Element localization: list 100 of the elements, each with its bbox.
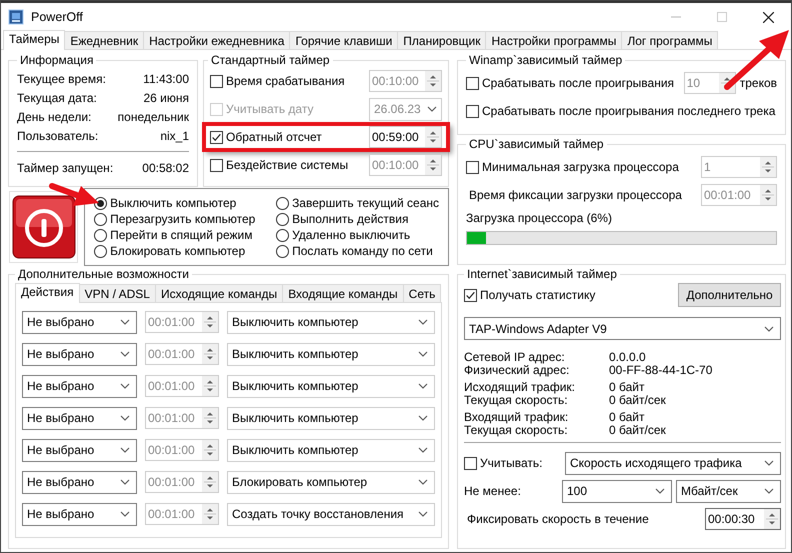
radio-button[interactable] xyxy=(276,196,290,210)
cpu-load-label: Загрузка процессора (6%) xyxy=(466,211,613,225)
tracks-label: треков xyxy=(740,76,777,90)
chevron-down-icon xyxy=(764,460,774,466)
dropdown[interactable]: 100 xyxy=(562,480,672,502)
checkbox[interactable] xyxy=(210,74,223,88)
more-button[interactable]: Дополнительно xyxy=(678,283,781,307)
checkbox-label: Срабатывать после проигрывания xyxy=(482,76,674,90)
tab[interactable]: Входящие команды xyxy=(282,284,404,302)
checkbox[interactable] xyxy=(464,456,477,470)
checkbox[interactable] xyxy=(466,104,479,118)
checkbox-label: Срабатывать после проигрывания последнего трека xyxy=(482,104,776,118)
tab[interactable]: Таймеры xyxy=(3,30,66,50)
checkbox-label: Обратный отсчет xyxy=(226,130,322,144)
chevron-down-icon xyxy=(120,383,130,389)
group-title: Информация xyxy=(19,53,94,67)
radio-label: Удаленно выключить xyxy=(292,228,410,242)
radio-label: Блокировать компьютер xyxy=(110,244,246,258)
stat-value: 0 байт xyxy=(609,410,644,424)
tab[interactable]: Исходящие команды xyxy=(154,284,284,302)
tab[interactable]: Лог программы xyxy=(621,31,718,49)
radio-button[interactable] xyxy=(94,212,108,226)
radio-button[interactable] xyxy=(94,196,108,210)
close-icon xyxy=(762,12,774,22)
stat-label: Сетевой IP адрес: xyxy=(464,350,566,364)
radio-button[interactable] xyxy=(94,244,108,258)
tab[interactable]: Горячие клавиши xyxy=(289,31,398,49)
stat-value: 0 байт/сек xyxy=(609,422,666,436)
radio-button[interactable] xyxy=(94,228,108,242)
group-title: CPU`зависимый таймер xyxy=(468,137,605,151)
tab[interactable]: Сеть xyxy=(402,284,442,302)
checkbox[interactable] xyxy=(464,288,477,302)
tab[interactable]: Планировщик xyxy=(397,31,486,49)
chevron-down-icon xyxy=(418,351,428,357)
tab[interactable]: Настройки ежедневника xyxy=(143,31,290,49)
dropdown[interactable]: Скорость исходящего трафика xyxy=(565,452,781,474)
radio-label: Завершить текущий сеанс xyxy=(292,196,439,210)
radio-button[interactable] xyxy=(276,212,290,226)
radio-label: Перезагрузить компьютер xyxy=(110,212,256,226)
checkbox[interactable] xyxy=(210,130,223,144)
annotation-arrow xyxy=(49,182,101,208)
radio-label: Выключить компьютер xyxy=(110,196,236,210)
checkbox-label: Бездействие системы xyxy=(226,158,348,172)
checkbox-label: Учитывать: xyxy=(480,456,542,470)
chevron-down-icon xyxy=(418,415,428,421)
tab[interactable]: Настройки программы xyxy=(485,31,622,49)
info-value: 26 июня xyxy=(143,90,189,104)
chevron-down-icon xyxy=(426,106,437,112)
field-label: Фиксировать скорость в течение xyxy=(467,512,649,526)
chevron-down-icon xyxy=(655,488,665,494)
chevron-down-icon xyxy=(418,383,428,389)
stat-label: Текущая скорость: xyxy=(464,392,568,406)
info-label: Текущее время: xyxy=(17,72,106,86)
info-label: Текущая дата: xyxy=(17,90,97,104)
chevron-down-icon xyxy=(764,488,774,494)
dropdown[interactable]: Мбайт/сек xyxy=(676,480,781,502)
dropdown[interactable]: TAP-Windows Adapter V9 xyxy=(464,317,781,340)
field-label: Не менее: xyxy=(464,484,521,498)
spin-field[interactable]: 00:00:30 xyxy=(705,508,781,530)
group-title: Дополнительные возможности xyxy=(17,267,190,281)
info-value: 11:43:00 xyxy=(143,72,189,86)
stat-label: Входящий трафик: xyxy=(464,410,570,424)
tab[interactable]: Ежедневник xyxy=(64,31,144,49)
chevron-down-icon xyxy=(120,447,130,453)
field-label: Время фиксации загрузки процессора xyxy=(469,188,682,202)
spinner-arrows-icon[interactable] xyxy=(425,155,441,175)
group-title: Стандартный таймер xyxy=(210,53,331,67)
spinner-arrows-icon[interactable] xyxy=(425,71,441,91)
group-title: Internet`зависимый таймер xyxy=(466,267,618,281)
chevron-down-icon xyxy=(764,326,774,332)
stat-value: 00-FF-88-44-1C-70 xyxy=(609,362,712,376)
info-value: nix_1 xyxy=(160,128,189,142)
stat-value: 0.0.0.0 xyxy=(609,350,646,364)
stat-label: Текущая скорость: xyxy=(464,422,569,436)
window-title: PowerOff xyxy=(31,10,83,24)
stat-label: Исходящий трафик: xyxy=(464,380,576,394)
spinner-arrows-icon[interactable] xyxy=(425,127,441,147)
radio-button[interactable] xyxy=(276,228,290,242)
checkbox-label: Учитывать дату xyxy=(226,102,314,116)
stat-value: 0 байт/сек xyxy=(609,392,666,406)
spinner-arrows-icon[interactable] xyxy=(764,509,780,529)
maximize-icon xyxy=(717,12,727,22)
tab[interactable]: Действия xyxy=(15,283,80,303)
stat-value: 0 байт xyxy=(609,380,644,394)
chevron-down-icon xyxy=(418,511,428,517)
radio-button[interactable] xyxy=(276,244,290,258)
checkbox-label: Время срабатывания xyxy=(226,74,345,88)
checkbox[interactable] xyxy=(210,158,223,172)
radio-label: Послать команду по сети xyxy=(292,244,433,258)
chevron-down-icon xyxy=(120,351,130,357)
info-label: День недели: xyxy=(17,110,92,124)
spin-field[interactable]: 00:59:00 xyxy=(369,126,442,148)
chevron-down-icon xyxy=(120,415,130,421)
power-button[interactable] xyxy=(9,191,78,263)
info-label: Таймер запущен: xyxy=(17,160,114,174)
info-label: Пользователь: xyxy=(17,128,98,142)
power-icon xyxy=(12,195,76,259)
radio-label: Выполнить действия xyxy=(292,212,408,226)
chevron-down-icon xyxy=(418,479,428,485)
tab[interactable]: VPN / ADSL xyxy=(78,284,156,302)
